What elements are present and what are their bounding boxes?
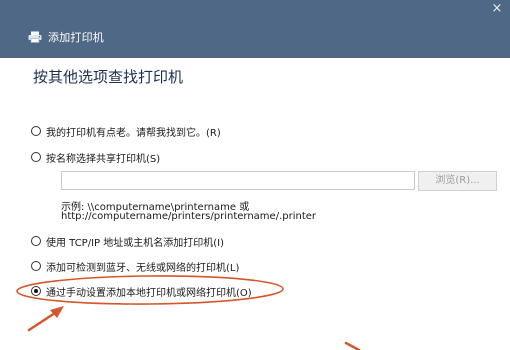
radio-button[interactable]	[31, 152, 41, 162]
option-label: 使用 TCP/IP 地址或主机名添加打印机(I)	[46, 237, 224, 249]
option-label: 按名称选择共享打印机(S)	[46, 153, 161, 165]
close-icon[interactable]: ×	[490, 2, 504, 16]
option-old-printer[interactable]: 我的打印机有点老。请帮我找到它。(R)	[31, 123, 221, 139]
radio-button[interactable]	[31, 261, 41, 271]
window-title: 添加打印机	[48, 31, 104, 44]
printer-icon	[28, 31, 42, 43]
option-bluetooth-wireless[interactable]: 添加可检测到蓝牙、无线或网络的打印机(L)	[31, 258, 239, 274]
option-manual-local[interactable]: 通过手动设置添加本地打印机或网络打印机(O)	[31, 283, 252, 299]
annotation-arrow	[27, 309, 60, 332]
option-label: 通过手动设置添加本地打印机或网络打印机(O)	[46, 287, 252, 299]
radio-button[interactable]	[31, 236, 41, 246]
add-printer-window: × 添加打印机 按其他选项查找打印机 我的打印机有点老。请帮我找到它。(R) 按…	[0, 0, 510, 350]
option-label: 添加可检测到蓝牙、无线或网络的打印机(L)	[46, 262, 240, 274]
radio-button-selected[interactable]	[31, 286, 41, 296]
title-bar: × 添加打印机	[0, 0, 510, 58]
browse-button[interactable]: 浏览(R)...	[418, 171, 497, 191]
radio-button[interactable]	[31, 126, 41, 136]
option-label: 我的打印机有点老。请帮我找到它。(R)	[46, 127, 221, 139]
annotation-stroke	[344, 341, 361, 350]
option-tcp-ip[interactable]: 使用 TCP/IP 地址或主机名添加打印机(I)	[31, 233, 224, 249]
example-line-2: http://computername/printers/printername…	[61, 211, 317, 222]
arrowhead-icon	[50, 306, 64, 318]
share-name-input[interactable]	[61, 171, 415, 190]
title-group: 添加打印机	[28, 28, 104, 46]
page-heading: 按其他选项查找打印机	[33, 68, 184, 86]
option-shared-by-name[interactable]: 按名称选择共享打印机(S)	[31, 149, 160, 165]
